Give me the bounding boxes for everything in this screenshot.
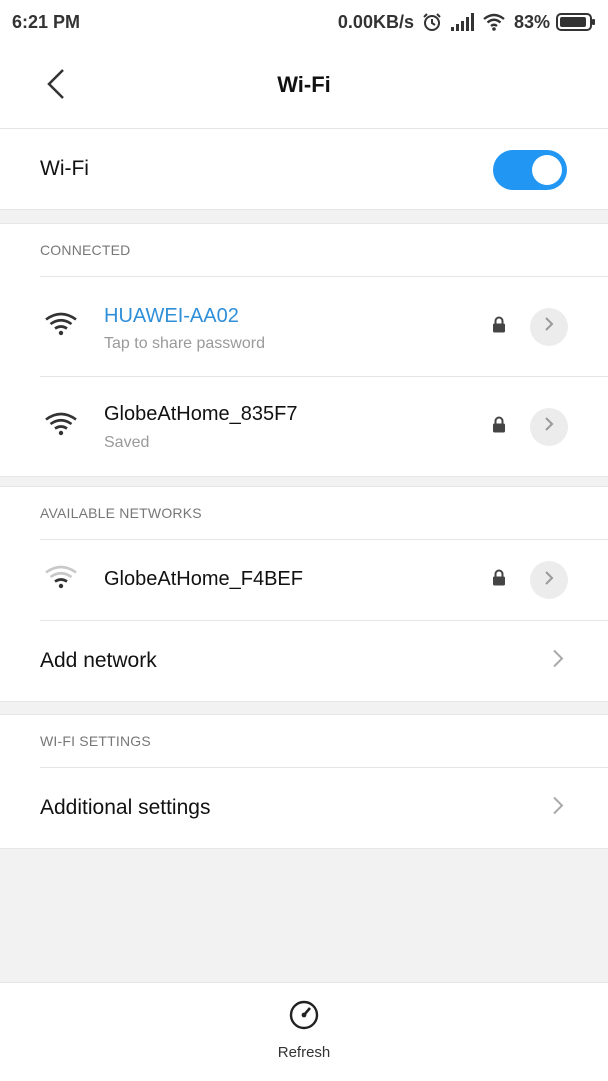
network-row-globe-835f7[interactable]: GlobeAtHome_835F7 Saved xyxy=(40,376,608,476)
chevron-right-icon xyxy=(544,570,554,591)
network-row-huawei[interactable]: HUAWEI-AA02 Tap to share password xyxy=(40,276,608,376)
connected-section: CONNECTED HUAWEI-AA02 Tap to share passw… xyxy=(0,223,608,477)
network-subtitle: Tap to share password xyxy=(104,335,265,352)
connected-header: CONNECTED xyxy=(40,242,131,258)
refresh-button[interactable]: Refresh xyxy=(264,999,344,1075)
battery-percent: 83% xyxy=(513,11,550,32)
wifi-settings-header: WI-FI SETTINGS xyxy=(40,733,151,749)
status-bar: 6:21 PM 0.00KB/s 83% xyxy=(0,0,608,44)
network-details-button[interactable] xyxy=(530,407,568,446)
network-details-button[interactable] xyxy=(530,307,568,346)
lock-icon xyxy=(492,416,506,437)
battery-icon xyxy=(556,13,596,31)
lock-icon xyxy=(492,316,506,337)
wifi-toggle[interactable] xyxy=(493,150,567,190)
network-name: GlobeAtHome_835F7 xyxy=(104,403,298,425)
chevron-right-icon xyxy=(552,796,564,821)
status-indicators: 0.00KB/s 83% xyxy=(338,12,596,33)
lock-icon xyxy=(492,569,506,591)
add-network-label: Add network xyxy=(40,649,157,672)
wifi-icon xyxy=(482,13,506,31)
wifi-toggle-row: Wi-Fi xyxy=(0,129,608,210)
wifi-strength-icon xyxy=(44,411,78,442)
battery-indicator: 83% xyxy=(514,12,596,33)
app-header: Wi-Fi xyxy=(0,44,608,129)
network-details-button[interactable] xyxy=(530,561,568,599)
signal-icon xyxy=(450,13,474,31)
chevron-right-icon xyxy=(544,416,554,437)
refresh-icon xyxy=(288,999,320,1036)
alarm-icon xyxy=(422,12,442,32)
network-row-globe-f4bef[interactable]: GlobeAtHome_F4BEF xyxy=(40,539,608,620)
status-time: 6:21 PM xyxy=(12,11,81,32)
wifi-settings-section: WI-FI SETTINGS Additional settings xyxy=(0,714,608,849)
available-header: AVAILABLE NETWORKS xyxy=(40,505,202,521)
wifi-toggle-label: Wi-Fi xyxy=(40,157,89,180)
refresh-label: Refresh xyxy=(277,1044,331,1061)
network-name: GlobeAtHome_F4BEF xyxy=(104,568,303,590)
wifi-weak-icon xyxy=(44,565,78,596)
toggle-knob xyxy=(532,155,562,185)
chevron-right-icon xyxy=(544,316,554,337)
page-title: Wi-Fi xyxy=(277,72,331,97)
bottom-bar: Refresh xyxy=(0,982,608,1081)
additional-settings-row[interactable]: Additional settings xyxy=(40,767,608,848)
network-speed: 0.00KB/s xyxy=(337,11,414,32)
add-network-row[interactable]: Add network xyxy=(40,620,608,701)
chevron-right-icon xyxy=(552,649,564,674)
network-subtitle: Saved xyxy=(104,434,150,451)
wifi-strength-icon xyxy=(44,311,78,342)
additional-settings-label: Additional settings xyxy=(40,796,211,819)
network-name: HUAWEI-AA02 xyxy=(104,305,239,327)
available-section: AVAILABLE NETWORKS GlobeAtHome_F4BEF Add… xyxy=(0,486,608,702)
